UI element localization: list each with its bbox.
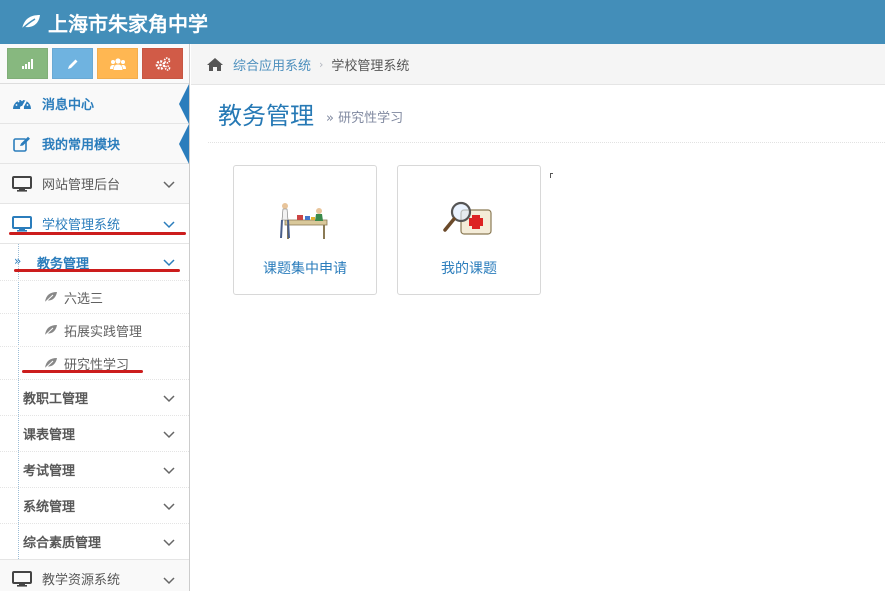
leaf-label: 拓展实践管理 [64, 324, 143, 340]
leaf-item-practice[interactable]: 拓展实践管理 [0, 313, 189, 346]
signal-icon [21, 58, 33, 69]
home-icon[interactable] [206, 57, 224, 72]
sidebar-item-messages[interactable]: 消息中心 [0, 84, 189, 124]
chevron-down-icon [163, 178, 175, 193]
submenu-item-academic[interactable]: » 教务管理 [0, 244, 189, 280]
submenu-label: 课表管理 [23, 428, 76, 443]
chevron-down-icon [163, 500, 175, 515]
submenu-item-staff[interactable]: 教职工管理 [0, 379, 189, 415]
chevron-down-icon [163, 574, 175, 589]
chevron-down-icon [163, 464, 175, 479]
sidebar-item-label: 我的常用模块 [42, 138, 121, 153]
sidebar-item-teaching-resources[interactable]: 教学资源系统 [0, 560, 189, 591]
dashboard-icon [11, 96, 33, 112]
sidebar-item-label: 教学资源系统 [42, 573, 121, 588]
submenu-label: 系统管理 [23, 500, 76, 515]
submenu-item-exams[interactable]: 考试管理 [0, 451, 189, 487]
sidebar-item-school-system[interactable]: 学校管理系统 [0, 204, 189, 244]
desktop-icon [11, 215, 33, 232]
submenu-item-timetable[interactable]: 课表管理 [0, 415, 189, 451]
medical-kit-magnifier-icon [398, 198, 540, 246]
chevron-down-icon [163, 392, 175, 407]
module-card-my-topics[interactable]: 我的课题 [397, 165, 541, 295]
leaf-item-choose-three[interactable]: 六选三 [0, 280, 189, 313]
leaf-icon [20, 15, 40, 31]
sidebar-shortcuts [0, 44, 189, 84]
sidebar-item-label: 网站管理后台 [42, 178, 121, 193]
shortcut-users-button[interactable] [97, 48, 138, 79]
sidebar-item-label: 消息中心 [42, 98, 95, 113]
desktop-icon [11, 570, 33, 587]
sidebar-item-site-admin[interactable]: 网站管理后台 [0, 164, 189, 204]
pencil-icon [67, 59, 77, 69]
cogs-icon [155, 56, 170, 71]
edit-icon [11, 136, 33, 152]
annotation-underline [22, 370, 143, 373]
page-subtitle: » 研究性学习 [326, 111, 404, 126]
sidebar-item-label: 学校管理系统 [42, 218, 121, 233]
active-pointer [179, 124, 189, 164]
card-label: 课题集中申请 [263, 261, 347, 277]
school-system-submenu: » 教务管理 六选三 拓展实践管理 研究性学习 教职工管理 课表管理 考试管理 … [0, 244, 189, 560]
app-title: 上海市朱家角中学 [48, 11, 208, 36]
top-navbar: 上海市朱家角中学 [0, 0, 885, 44]
sidebar: 消息中心 我的常用模块 网站管理后台 学校管理系统 » 教务管理 六选三 拓展实… [0, 44, 190, 591]
sidebar-item-favorites[interactable]: 我的常用模块 [0, 124, 189, 164]
module-card-topic-apply[interactable]: 课题集中申请 [233, 165, 377, 295]
leaf-icon [44, 291, 58, 307]
shortcut-edit-button[interactable] [52, 48, 93, 79]
chevron-down-icon [163, 428, 175, 443]
desktop-icon [11, 175, 33, 192]
submenu-item-system[interactable]: 系统管理 [0, 487, 189, 523]
page-header: 教务管理 » 研究性学习 [208, 85, 885, 143]
breadcrumb-separator: › [319, 57, 324, 71]
users-icon [109, 57, 126, 70]
submenu-label: 考试管理 [23, 464, 76, 479]
leaf-icon [44, 324, 58, 340]
page-title: 教务管理 [218, 102, 314, 130]
annotation-underline [9, 232, 186, 235]
chevron-down-icon [163, 218, 175, 233]
active-pointer [179, 84, 189, 124]
breadcrumb: 综合应用系统 › 学校管理系统 [191, 44, 885, 85]
leaf-item-research[interactable]: 研究性学习 [0, 346, 189, 379]
submenu-marker: » [14, 254, 22, 268]
workbench-illustration-icon [234, 198, 376, 246]
breadcrumb-link[interactable]: 综合应用系统 [233, 55, 311, 74]
card-label: 我的课题 [441, 261, 497, 277]
cursor-mark [550, 173, 553, 178]
chevron-down-icon [163, 536, 175, 551]
submenu-item-quality[interactable]: 综合素质管理 [0, 523, 189, 559]
shortcut-stats-button[interactable] [7, 48, 48, 79]
brand[interactable]: 上海市朱家角中学 [20, 8, 208, 36]
submenu-label: 教职工管理 [23, 392, 89, 407]
shortcut-settings-button[interactable] [142, 48, 183, 79]
submenu-label: 综合素质管理 [23, 536, 102, 551]
breadcrumb-current: 学校管理系统 [331, 58, 410, 74]
leaf-label: 六选三 [64, 291, 104, 307]
annotation-underline [14, 269, 180, 272]
